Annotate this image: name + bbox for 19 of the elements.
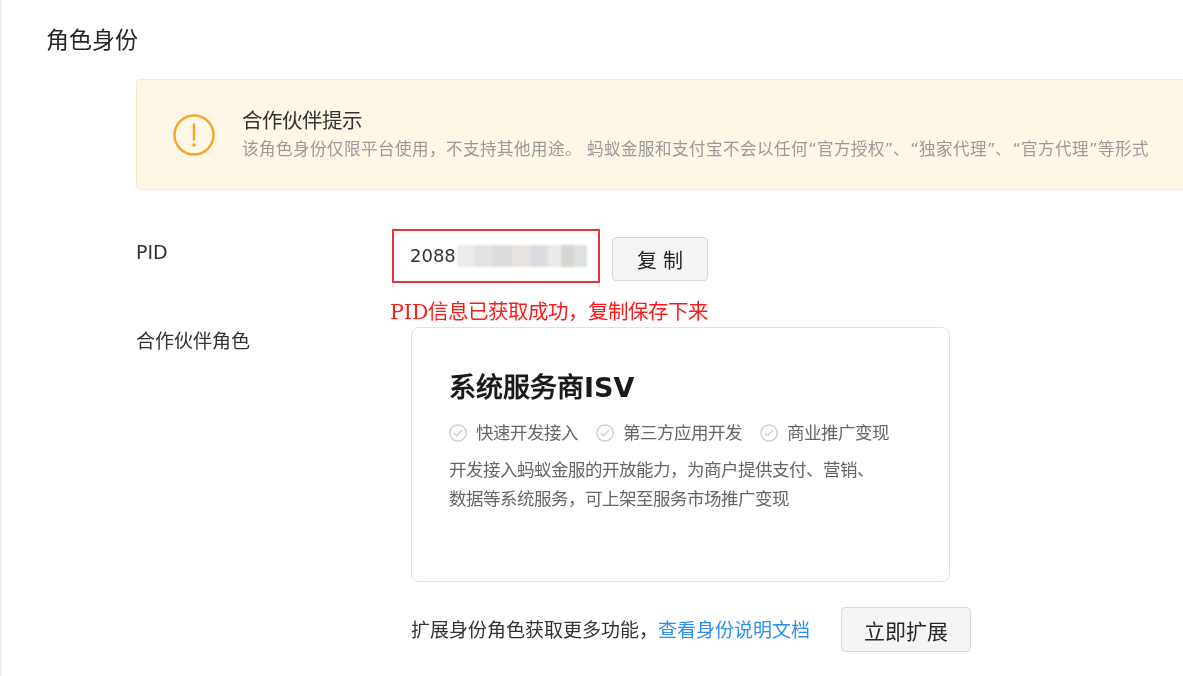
exclamation-circle-icon [173, 113, 215, 156]
check-circle-icon [596, 424, 614, 442]
field-label: 合作伙伴角色 [136, 329, 250, 354]
feature-label: 快速开发接入 [476, 422, 578, 445]
check-circle-icon [760, 424, 778, 442]
feature-label: 第三方应用开发 [623, 422, 742, 445]
section-title: 角色身份 [46, 26, 138, 55]
card-description: 开发接入蚂蚁金服的开放能力，为商户提供支付、营销、数据等系统服务，可上架至服务市场推广变现 [449, 459, 875, 511]
footer-text: 扩展身份角色获取更多功能，查看身份说明文档 [411, 617, 810, 643]
pid-value: 2088 [410, 244, 456, 268]
feature-label: 商业推广变现 [787, 422, 889, 445]
card-title: 系统服务商ISV [449, 371, 635, 405]
check-circle-icon [449, 424, 467, 442]
notice-title: 合作伙伴提示 [242, 108, 362, 135]
annotation-text: PID信息已获取成功，复制保存下来 [390, 299, 709, 325]
notice-text: 该角色身份仅限平台使用，不支持其他用途。 蚂蚁金服和支付宝不会以任何“官方授权”、“独家代理”、“官方代理”等形式 [242, 139, 1149, 161]
expand-button[interactable]: 立即扩展 [841, 607, 971, 652]
copy-button[interactable]: 复 制 [612, 237, 708, 281]
field-label: PID [136, 240, 168, 265]
